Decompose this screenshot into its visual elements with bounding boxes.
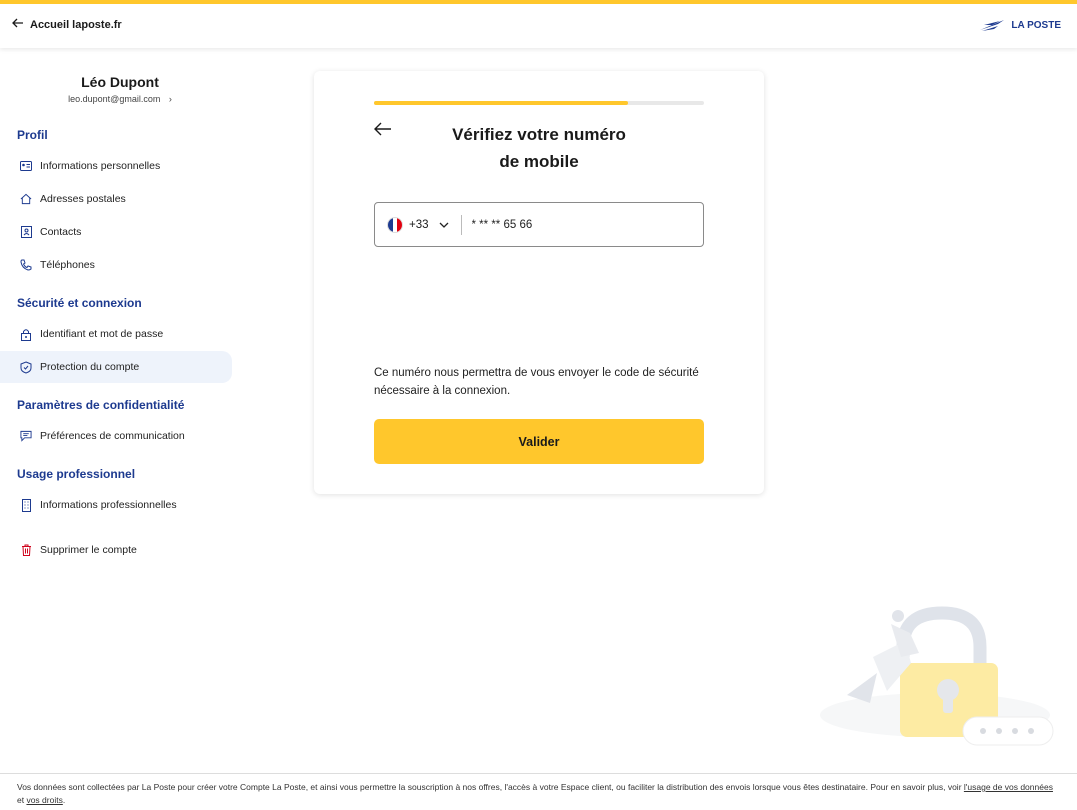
logo-text: LA POSTE <box>1011 19 1061 31</box>
contacts-icon <box>20 226 32 238</box>
home-icon <box>20 193 32 205</box>
message-icon <box>20 430 32 442</box>
sidebar-item-identifiant[interactable]: Identifiant et mot de passe <box>0 318 232 350</box>
sidebar-item-protection-du-compte[interactable]: Protection du compte <box>0 351 232 383</box>
user-email[interactable]: leo.dupont@gmail.com › <box>0 94 240 104</box>
sidebar-item-adresses-postales[interactable]: Adresses postales <box>0 183 232 215</box>
lock-icon <box>20 328 32 341</box>
section-title-confidentialite: Paramètres de confidentialité <box>17 398 185 412</box>
sidebar-item-preferences-communication[interactable]: Préférences de communication <box>0 420 232 452</box>
sidebar-item-informations-professionnelles[interactable]: Informations professionnelles <box>0 489 232 521</box>
arrow-left-icon <box>12 18 24 31</box>
security-lock-illustration <box>820 606 1054 746</box>
building-icon <box>20 498 32 512</box>
top-bar: Accueil laposte.fr LA POSTE <box>0 0 1077 48</box>
sidebar-item-telephones[interactable]: Téléphones <box>0 249 232 281</box>
data-usage-link[interactable]: l'usage de vos données <box>964 782 1053 792</box>
france-flag-icon <box>387 216 403 233</box>
country-code-select[interactable]: +33 <box>375 214 462 235</box>
sidebar-item-label: Informations personnelles <box>40 160 161 172</box>
delete-account-label: Supprimer le compte <box>40 544 137 556</box>
back-button[interactable] <box>374 119 392 142</box>
footer-legal-text: Vos données sont collectées par La Poste… <box>0 773 1077 810</box>
sidebar-item-contacts[interactable]: Contacts <box>0 216 232 248</box>
progress-fill <box>374 101 629 105</box>
arrow-left-icon <box>374 122 391 136</box>
logo-bird-icon <box>980 20 1005 31</box>
rights-link[interactable]: vos droits <box>26 795 62 805</box>
sidebar-item-label: Identifiant et mot de passe <box>40 328 164 340</box>
progress-bar <box>374 101 704 105</box>
laposte-logo[interactable]: LA POSTE <box>978 18 1061 32</box>
footer-end: . <box>62 795 66 805</box>
section-title-usage-professionnel: Usage professionnel <box>17 467 136 481</box>
phone-number-input[interactable] <box>461 218 682 231</box>
section-title-profil: Profil <box>17 128 48 142</box>
chevron-down-icon <box>439 222 448 228</box>
sidebar: Léo Dupont leo.dupont@gmail.com › <box>0 48 240 104</box>
country-code-value: +33 <box>409 218 429 231</box>
id-card-icon <box>20 160 32 172</box>
section-title-securite: Sécurité et connexion <box>17 296 142 310</box>
description-text: Ce numéro nous permettra de vous envoyer… <box>374 367 699 397</box>
sidebar-item-label: Adresses postales <box>40 193 126 205</box>
chevron-right-icon: › <box>168 94 172 104</box>
submit-button[interactable]: Valider <box>374 419 704 464</box>
sidebar-item-label: Protection du compte <box>40 361 140 373</box>
sidebar-item-label: Téléphones <box>40 259 95 271</box>
phone-icon <box>20 259 32 271</box>
sidebar-item-label: Informations professionnelles <box>40 499 177 511</box>
user-block: Léo Dupont leo.dupont@gmail.com › <box>0 48 240 104</box>
delete-account-button[interactable]: Supprimer le compte <box>0 534 232 566</box>
user-email-text: leo.dupont@gmail.com <box>68 94 161 104</box>
footer-text: Vos données sont collectées par La Poste… <box>17 782 964 792</box>
sidebar-item-label: Contacts <box>40 226 82 238</box>
sidebar-item-label: Préférences de communication <box>40 430 185 442</box>
sidebar-item-informations-personnelles[interactable]: Informations personnelles <box>0 150 232 182</box>
verify-phone-card: Vérifiez votre numéro de mobile +33 Ce n… <box>314 71 764 494</box>
home-link-label: Accueil laposte.fr <box>30 18 122 31</box>
user-name: Léo Dupont <box>81 74 159 90</box>
trash-icon <box>20 544 32 556</box>
page-title-line1: Vérifiez votre numéro <box>452 125 626 144</box>
phone-field: +33 <box>374 202 704 247</box>
home-link[interactable]: Accueil laposte.fr <box>12 18 122 31</box>
page-title-line2: de mobile <box>499 152 579 171</box>
shield-icon <box>20 360 32 374</box>
page-title: Vérifiez votre numéro de mobile <box>404 121 674 175</box>
